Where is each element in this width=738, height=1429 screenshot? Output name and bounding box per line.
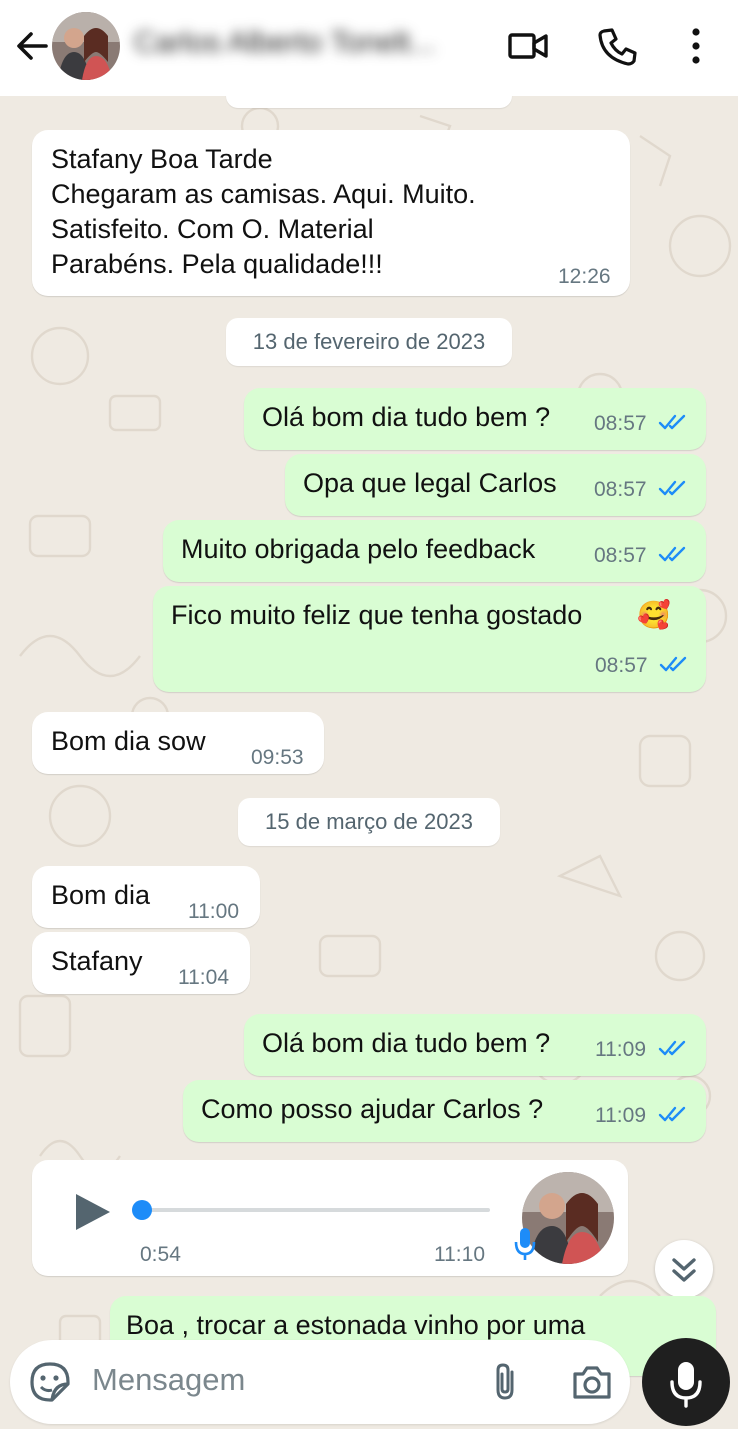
outgoing-message[interactable]: Como posso ajudar Carlos ? 11:09	[183, 1080, 706, 1142]
message-text: Olá bom dia tudo bem ?	[262, 402, 551, 432]
message-time: 08:57	[594, 412, 647, 435]
video-call-icon[interactable]	[506, 24, 550, 68]
read-ticks-icon	[658, 1040, 686, 1056]
message-time: 08:57	[595, 654, 648, 677]
message-text: Bom dia sow	[51, 726, 206, 756]
outgoing-message[interactable]: Olá bom dia tudo bem ? 11:09	[244, 1014, 706, 1076]
date-chip-partial	[226, 96, 512, 108]
voice-progress-handle[interactable]	[132, 1200, 152, 1220]
read-ticks-icon	[658, 546, 686, 562]
microphone-icon	[514, 1228, 536, 1260]
incoming-message[interactable]: Bom dia sow 09:53	[32, 712, 324, 774]
message-input[interactable]: Mensagem	[92, 1362, 245, 1398]
message-time: 11:09	[595, 1104, 646, 1127]
date-chip: 15 de março de 2023	[238, 798, 500, 846]
date-chip: 13 de fevereiro de 2023	[226, 318, 512, 366]
microphone-icon	[670, 1362, 702, 1408]
outgoing-message[interactable]: Muito obrigada pelo feedback 08:57	[163, 520, 706, 582]
sticker-icon[interactable]	[28, 1360, 72, 1404]
message-text: Muito obrigada pelo feedback	[181, 534, 536, 564]
message-time: 08:57	[594, 544, 647, 567]
message-line: Parabéns. Pela qualidade!!!	[51, 249, 383, 279]
message-time: 11:10	[434, 1243, 485, 1266]
contact-avatar[interactable]	[52, 12, 120, 80]
attachment-icon[interactable]	[484, 1360, 528, 1404]
chat-area[interactable]: Stafany Boa Tarde Chegaram as camisas. A…	[0, 96, 738, 1429]
incoming-message[interactable]: Bom dia 11:00	[32, 866, 260, 928]
message-text: Boa , trocar a estonada vinho por uma	[126, 1310, 586, 1340]
message-line: Satisfeito. Com O. Material	[51, 214, 374, 244]
message-text: Stafany	[51, 946, 143, 976]
chat-header: Carlos Alberto Tonelt...	[0, 0, 738, 96]
message-text: Bom dia	[51, 880, 151, 910]
message-line: Stafany Boa Tarde	[51, 144, 273, 174]
voice-message[interactable]: 0:54 11:10	[32, 1160, 628, 1276]
more-options-icon[interactable]	[674, 24, 718, 68]
outgoing-message[interactable]: Olá bom dia tudo bem ? 08:57	[244, 388, 706, 450]
smiling-face-hearts-emoji: 🥰	[637, 600, 671, 630]
read-ticks-icon	[659, 656, 687, 672]
outgoing-message[interactable]: Fico muito feliz que tenha gostado 🥰 08:…	[153, 586, 706, 692]
voice-progress-track[interactable]	[144, 1208, 490, 1212]
double-chevron-down-icon	[672, 1258, 696, 1282]
message-text: Fico muito feliz que tenha gostado	[171, 600, 583, 630]
message-time: 12:26	[558, 265, 611, 288]
phone-icon[interactable]	[596, 24, 640, 68]
message-time: 11:09	[595, 1038, 646, 1061]
read-ticks-icon	[658, 414, 686, 430]
play-icon[interactable]	[70, 1190, 114, 1234]
message-time: 11:04	[178, 966, 229, 989]
voice-record-button[interactable]	[642, 1338, 730, 1426]
message-time: 11:00	[188, 900, 239, 923]
contact-name[interactable]: Carlos Alberto Tonelt...	[134, 26, 435, 60]
incoming-message[interactable]: Stafany Boa Tarde Chegaram as camisas. A…	[32, 130, 630, 296]
scroll-to-bottom-button[interactable]	[655, 1240, 713, 1298]
read-ticks-icon	[658, 1106, 686, 1122]
outgoing-message[interactable]: Opa que legal Carlos 08:57	[285, 454, 706, 516]
message-text: Opa que legal Carlos	[303, 468, 557, 498]
message-input-bar[interactable]: Mensagem	[10, 1340, 630, 1424]
incoming-message[interactable]: Stafany 11:04	[32, 932, 250, 994]
message-time: 09:53	[251, 746, 304, 769]
back-arrow-icon[interactable]	[12, 26, 52, 66]
message-time: 08:57	[594, 478, 647, 501]
voice-duration: 0:54	[140, 1243, 181, 1266]
camera-icon[interactable]	[570, 1360, 614, 1404]
message-text: Como posso ajudar Carlos ?	[201, 1094, 544, 1124]
message-text: Olá bom dia tudo bem ?	[262, 1028, 551, 1058]
read-ticks-icon	[658, 480, 686, 496]
message-line: Chegaram as camisas. Aqui. Muito.	[51, 179, 476, 209]
